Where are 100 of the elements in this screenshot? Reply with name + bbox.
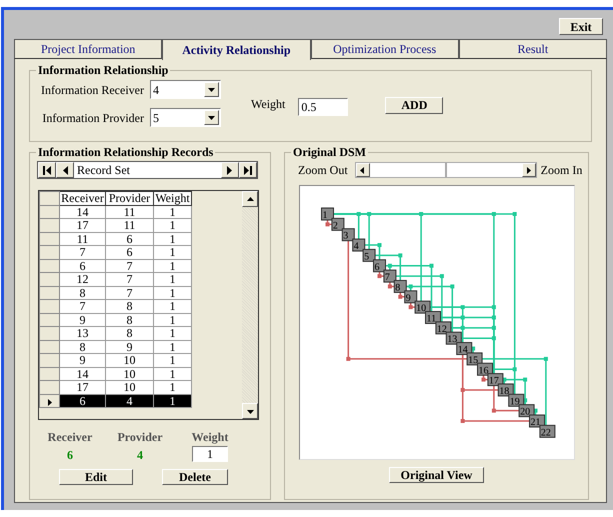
- table-cell: 7: [60, 300, 106, 313]
- table-cell: 17: [60, 380, 106, 394]
- table-cell: 1: [154, 394, 192, 408]
- dropdown[interactable]: 4: [150, 80, 221, 99]
- table-cell: 8: [60, 286, 106, 300]
- record-navigator[interactable]: Record Set: [37, 161, 258, 179]
- dsm-node: 10: [414, 300, 431, 314]
- weight-field[interactable]: 1: [192, 446, 228, 462]
- field-label: Information Receiver: [40, 82, 145, 98]
- table-cell: 1: [154, 380, 192, 394]
- field-label: Weight: [251, 96, 286, 112]
- field-label: Information Provider: [41, 110, 145, 126]
- table-cell: 11: [106, 205, 154, 218]
- table-cell: 1: [154, 205, 192, 218]
- scroll-up-icon: [246, 196, 254, 202]
- table-cell: 10: [106, 354, 154, 367]
- table-cell: 7: [106, 272, 154, 286]
- dsm-node: 8: [394, 280, 407, 294]
- scroll-left-icon: [359, 166, 366, 174]
- table-cell: 8: [106, 313, 154, 326]
- delete-button[interactable]: Delete: [162, 469, 228, 485]
- add-button[interactable]: ADD: [385, 96, 444, 114]
- table-cell: 1: [154, 313, 192, 326]
- table-cell: 10: [106, 367, 154, 380]
- tab[interactable]: Project Information: [14, 39, 162, 59]
- dsm-node: 13: [446, 332, 462, 346]
- table-cell: 1: [154, 354, 192, 367]
- skip-arrow-icon: [243, 166, 253, 174]
- dsm-node: 12: [435, 321, 452, 335]
- zoom-slider[interactable]: [354, 162, 537, 178]
- table-cell: 8: [106, 300, 154, 313]
- table-cell: 6: [60, 259, 106, 272]
- zoom-in-label: Zoom In: [540, 162, 582, 179]
- next-record-button[interactable]: [221, 162, 239, 178]
- scroll-right-icon: [525, 166, 532, 174]
- table-cell: 8: [60, 340, 106, 354]
- dsm-node: 21: [529, 414, 545, 428]
- table-cell: 1: [154, 218, 192, 232]
- edit-button[interactable]: Edit: [59, 469, 133, 485]
- table-cell: 6: [106, 232, 154, 246]
- field-label: Weight: [190, 429, 230, 446]
- group-title: Information Relationship: [36, 63, 170, 77]
- table-cell: 6: [60, 394, 106, 408]
- table-cell: 1: [154, 232, 192, 246]
- dsm-node: 9: [404, 290, 418, 304]
- table-cell: 1: [154, 286, 192, 300]
- field-label: Receiver: [46, 429, 94, 446]
- dsm-node: 17: [487, 373, 504, 387]
- dsm-node: 18: [498, 383, 514, 397]
- previous-record-button[interactable]: [56, 162, 74, 178]
- dsm-node: 1: [321, 208, 334, 221]
- dropdown-arrow-icon: [208, 86, 215, 93]
- scroll-down-icon: [246, 408, 254, 414]
- tab[interactable]: Result: [458, 39, 607, 59]
- table-cell: 9: [60, 354, 106, 367]
- exit-button[interactable]: Exit: [559, 18, 603, 35]
- table-cell: 14: [60, 205, 106, 218]
- table-cell: 1: [154, 367, 192, 380]
- dsm-node: 19: [508, 394, 524, 408]
- dropdown[interactable]: 5: [150, 108, 221, 127]
- weight-field[interactable]: 0.5: [298, 98, 348, 116]
- dsm-node: 4: [352, 238, 366, 252]
- column-header: Weight: [154, 192, 192, 205]
- dsm-node: 20: [518, 404, 535, 418]
- scrollbar[interactable]: [242, 191, 258, 419]
- table-cell: 7: [106, 286, 154, 300]
- row-pointer-icon: [46, 398, 53, 406]
- original-view-button[interactable]: Original View: [389, 467, 484, 483]
- dropdown-arrow-icon: [208, 114, 215, 121]
- dsm-node: 2: [331, 218, 344, 232]
- table-cell: 1: [154, 272, 192, 286]
- table-cell: 17: [60, 218, 106, 232]
- table-cell: 1: [154, 246, 192, 259]
- tab[interactable]: Optimization Process: [310, 39, 459, 59]
- column-header: Provider: [106, 192, 154, 205]
- table-cell: 8: [106, 326, 154, 340]
- dsm-node: 15: [466, 352, 483, 366]
- table-cell: 7: [60, 246, 106, 259]
- dsm-node: 16: [477, 362, 493, 376]
- table-cell: 9: [106, 340, 154, 354]
- first-record-button[interactable]: [38, 162, 56, 178]
- table-cell: 6: [106, 246, 154, 259]
- field-label: Provider: [116, 429, 164, 446]
- dsm-node: 22: [539, 424, 556, 438]
- zoom-out-label: Zoom Out: [298, 162, 348, 179]
- column-header: Receiver: [60, 192, 106, 205]
- table-cell: 13: [60, 326, 106, 340]
- dsm-node: 5: [362, 248, 376, 262]
- group-title: Original DSM: [291, 145, 368, 159]
- table-cell: 14: [60, 367, 106, 380]
- table-cell: 1: [154, 300, 192, 313]
- table-cell: 11: [106, 218, 154, 232]
- table-cell: 7: [106, 259, 154, 272]
- dsm-node: 11: [425, 311, 441, 324]
- table-cell: 10: [106, 380, 154, 394]
- table-cell: 9: [60, 313, 106, 326]
- table-cell: 1: [154, 326, 192, 340]
- tab[interactable]: Activity Relationship: [162, 39, 310, 60]
- last-record-button[interactable]: [239, 162, 257, 178]
- navigator-caption: Record Set: [76, 162, 131, 178]
